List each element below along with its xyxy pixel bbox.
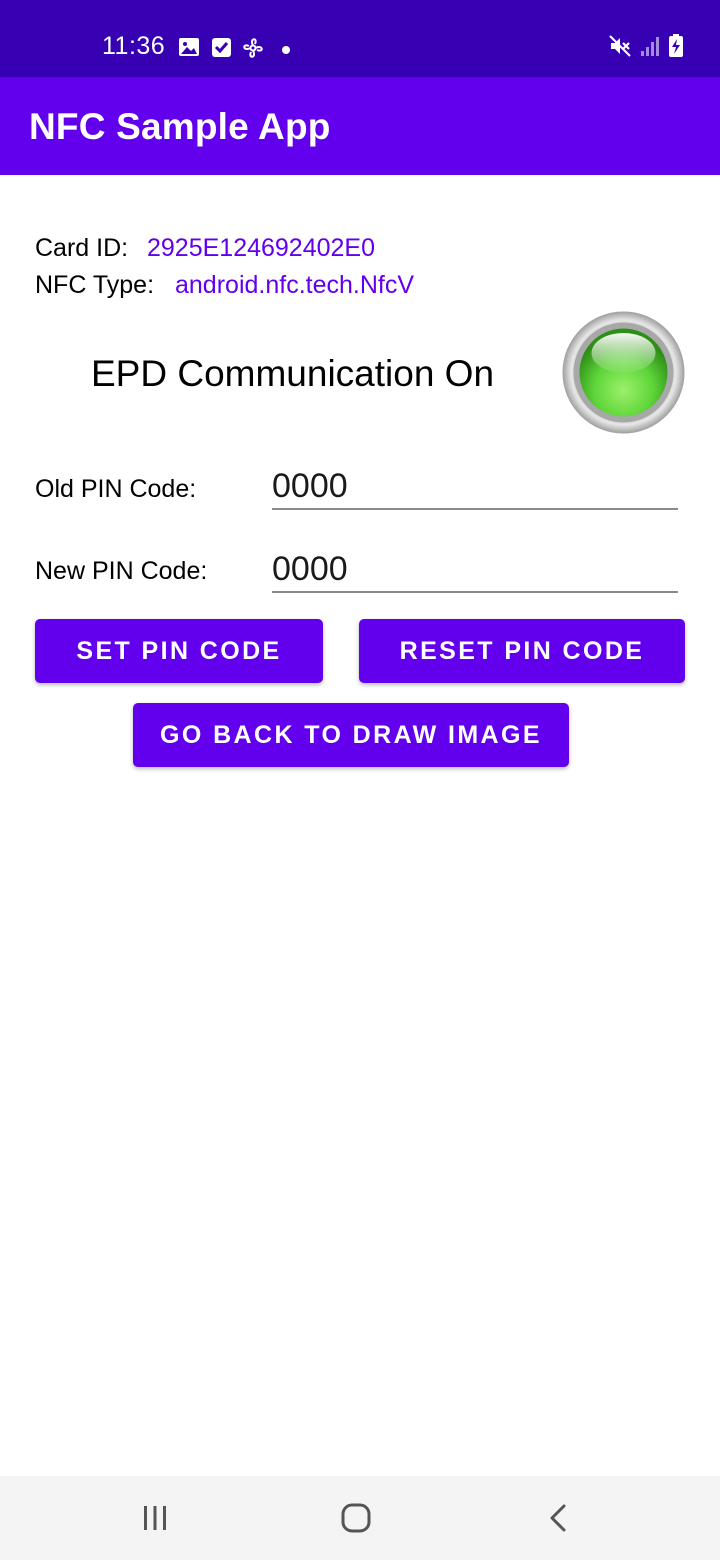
battery-charging-icon (668, 34, 684, 63)
go-back-to-draw-image-label: GO BACK TO DRAW IMAGE (160, 720, 542, 749)
epd-status-text: EPD Communication On (91, 353, 495, 394)
status-bar: 11:36 (0, 0, 720, 77)
old-pin-input[interactable] (272, 464, 678, 510)
old-pin-label: Old PIN Code: (35, 475, 197, 503)
set-pin-code-button[interactable]: SET PIN CODE (35, 619, 323, 683)
new-pin-label: New PIN Code: (35, 557, 208, 585)
screen: 11:36 NFC Sample App Card ID: 2925E12469… (0, 0, 720, 1560)
card-id-value: 2925E124692402E0 (147, 234, 376, 262)
checkbox-icon (211, 36, 233, 63)
go-back-to-draw-image-button[interactable]: GO BACK TO DRAW IMAGE (133, 703, 569, 767)
app-bar: NFC Sample App (0, 77, 720, 175)
nfc-type-label: NFC Type: (35, 271, 155, 299)
back-icon[interactable] (546, 1502, 570, 1539)
mute-icon (608, 34, 632, 63)
set-pin-code-label: SET PIN CODE (76, 636, 282, 665)
reset-pin-code-label: RESET PIN CODE (399, 636, 645, 665)
signal-icon (640, 34, 662, 63)
nfc-type-value: android.nfc.tech.NfcV (175, 271, 415, 299)
fan-icon (241, 36, 265, 65)
status-time: 11:36 (102, 32, 166, 60)
image-icon (178, 36, 200, 63)
app-title: NFC Sample App (29, 106, 331, 147)
card-id-label: Card ID: (35, 234, 129, 262)
home-icon[interactable] (340, 1502, 372, 1539)
reset-pin-code-button[interactable]: RESET PIN CODE (359, 619, 685, 683)
new-pin-input[interactable] (272, 547, 678, 593)
green-led-icon (562, 311, 685, 434)
dot-icon (281, 42, 291, 60)
navigation-bar (0, 1476, 720, 1560)
recent-apps-icon[interactable] (141, 1502, 169, 1539)
